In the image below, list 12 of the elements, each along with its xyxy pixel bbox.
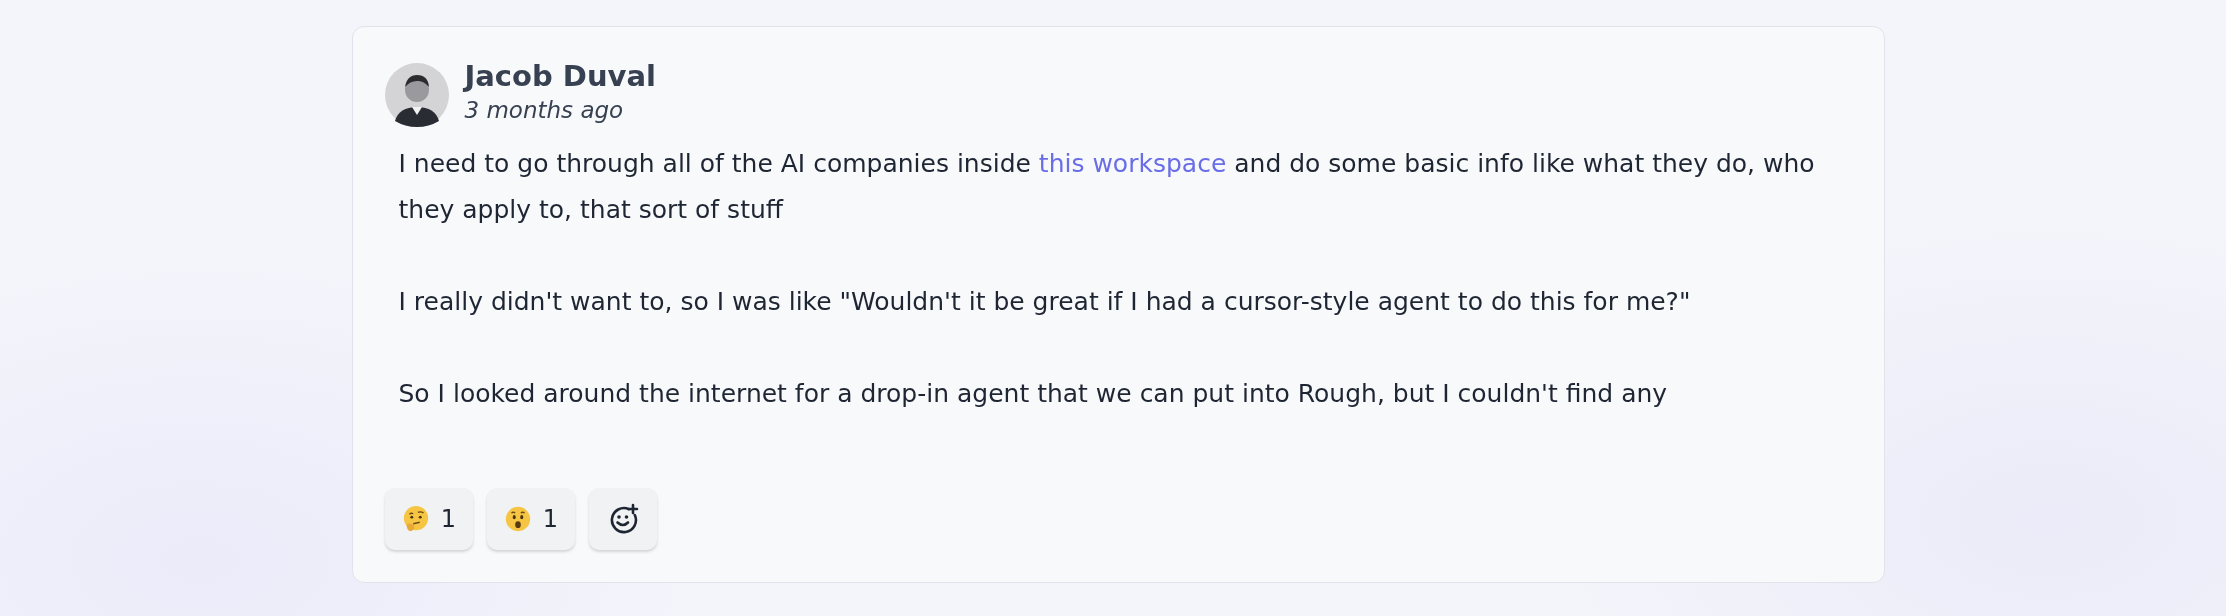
reaction-count: 1 xyxy=(440,505,457,533)
avatar-icon xyxy=(384,63,449,127)
add-reaction-button[interactable] xyxy=(588,488,657,550)
timestamp: 3 months ago xyxy=(464,97,625,123)
author-name: Jacob Duval xyxy=(464,59,656,93)
reaction-count: 1 xyxy=(542,505,559,533)
message-paragraph: So I looked around the internet for a drop-in agent that we can put into Rough, but I couldn't find any xyxy=(398,378,1669,410)
thinking-reaction-button[interactable]: 1 xyxy=(384,488,473,550)
workspace-link[interactable]: this workspace xyxy=(1038,149,1227,178)
message-paragraph: I really didn't want to, so I was like "Wouldn't it be great if I had a cursor-style agent to do this for me?" xyxy=(398,286,1692,318)
message-paragraph: I need to go through all of the AI companies inside this workspace and do some basic info like what they do, who they apply to, that sort of stuff xyxy=(398,148,1816,226)
surprised-reaction-button[interactable]: 1 xyxy=(486,488,575,550)
